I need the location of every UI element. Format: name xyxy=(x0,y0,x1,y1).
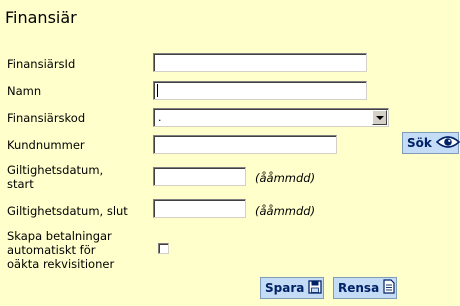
kundnummer-label: Kundnummer xyxy=(7,138,85,152)
spara-button-label: Spara xyxy=(265,281,305,295)
rensa-button-label: Rensa xyxy=(338,281,380,295)
document-icon xyxy=(383,279,395,297)
giltig-start-hint: (ååmmdd) xyxy=(255,171,316,185)
giltig-start-input[interactable] xyxy=(153,167,246,186)
eye-icon xyxy=(435,135,460,152)
giltig-start-label-line2: start xyxy=(7,177,34,191)
skapa-betalningar-checkbox[interactable] xyxy=(158,243,169,254)
page-title: Finansiär xyxy=(5,8,77,27)
giltig-start-label-line1: Giltighetsdatum, xyxy=(7,163,104,177)
giltig-slut-input[interactable] xyxy=(153,199,246,218)
chevron-down-icon[interactable] xyxy=(372,110,387,125)
text-cursor xyxy=(157,84,158,97)
finansiarskod-select[interactable]: . xyxy=(153,108,389,127)
sok-button[interactable]: Sök xyxy=(402,132,460,154)
namn-label: Namn xyxy=(7,84,42,98)
rensa-button[interactable]: Rensa xyxy=(333,277,397,299)
finansiars-id-label: FinansiärsId xyxy=(7,57,76,71)
namn-input[interactable] xyxy=(153,81,367,100)
skapa-betalningar-label-line2: automatiskt för xyxy=(7,243,96,257)
giltig-slut-hint: (ååmmdd) xyxy=(255,204,316,218)
giltig-slut-label: Giltighetsdatum, slut xyxy=(7,204,128,218)
finansiarskod-selected-value: . xyxy=(158,111,162,124)
finansiarskod-label: Finansiärskod xyxy=(7,111,86,125)
floppy-disk-icon xyxy=(308,279,323,297)
skapa-betalningar-label-line1: Skapa betalningar xyxy=(7,229,112,243)
spara-button[interactable]: Spara xyxy=(260,277,324,299)
sok-button-label: Sök xyxy=(407,136,432,150)
skapa-betalningar-label-line3: oäkta rekvisitioner xyxy=(7,257,115,271)
kundnummer-input[interactable] xyxy=(153,135,337,154)
finansiars-id-input[interactable] xyxy=(153,53,367,72)
